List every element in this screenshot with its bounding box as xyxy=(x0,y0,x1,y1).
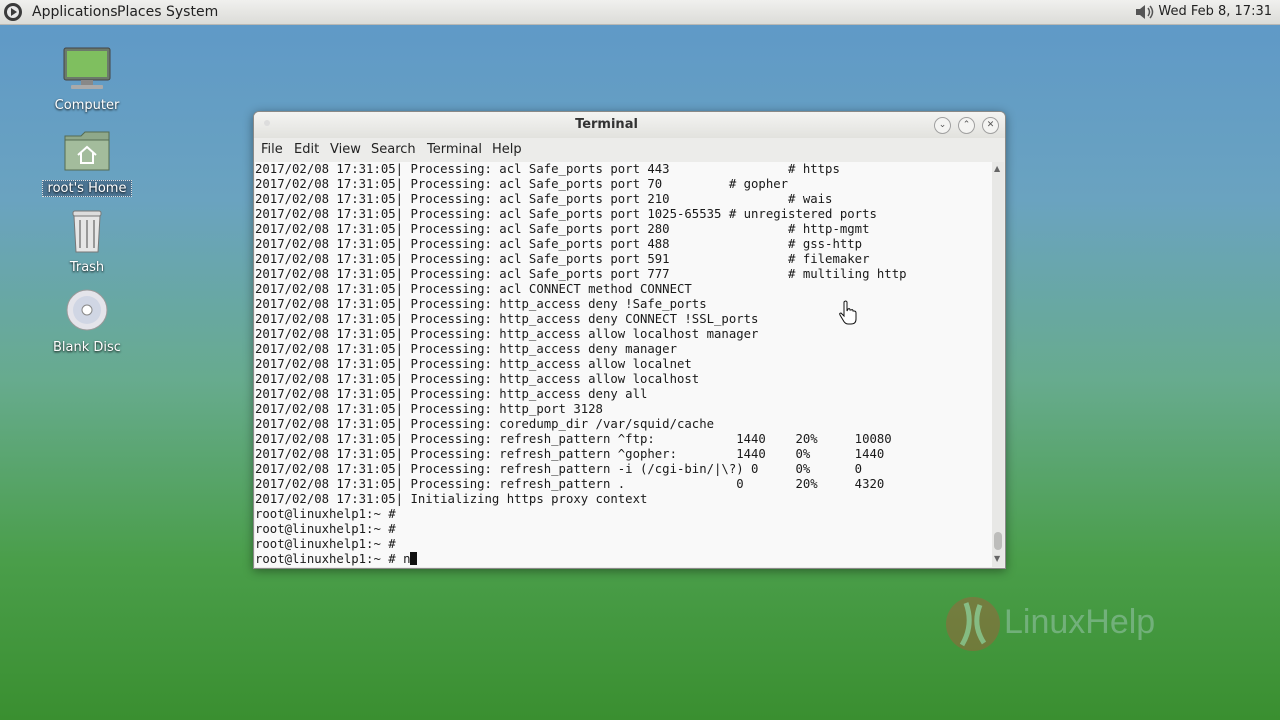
menu-help[interactable]: Help xyxy=(492,138,522,162)
scroll-down-icon[interactable]: ▼ xyxy=(994,554,1000,563)
terminal-line: 2017/02/08 17:31:05| Processing: refresh… xyxy=(255,432,892,446)
terminal-line: root@linuxhelp1:~ # xyxy=(255,507,396,521)
desktop-icon-blank-disc[interactable]: Blank Disc xyxy=(42,288,132,355)
terminal-line: 2017/02/08 17:31:05| Processing: acl Saf… xyxy=(255,177,789,191)
terminal-line: 2017/02/08 17:31:05| Processing: acl Saf… xyxy=(255,267,907,281)
places-menu[interactable]: Places xyxy=(117,0,162,24)
terminal-line: root@linuxhelp1:~ # xyxy=(255,537,396,551)
trash-icon xyxy=(72,210,102,253)
terminal-line: 2017/02/08 17:31:05| Processing: http_ac… xyxy=(255,357,692,371)
desktop-icon-trash[interactable]: Trash xyxy=(42,208,132,275)
hand-pointer-icon xyxy=(839,300,857,325)
terminal-line: 2017/02/08 17:31:05| Processing: acl Saf… xyxy=(255,237,863,251)
terminal-line: 2017/02/08 17:31:05| Processing: http_ac… xyxy=(255,387,648,401)
desktop-icon-home[interactable]: root's Home xyxy=(42,128,132,197)
terminal-line: 2017/02/08 17:31:05| Processing: acl CON… xyxy=(255,282,692,296)
prompt-line[interactable]: root@linuxhelp1:~ # n xyxy=(255,552,992,567)
minimize-button[interactable]: ⌄ xyxy=(934,117,951,134)
scroll-thumb[interactable] xyxy=(994,532,1002,550)
window-titlebar[interactable]: Terminal ⌄ ⌃ ✕ xyxy=(254,112,1005,138)
scrollbar[interactable]: ▲ ▼ xyxy=(992,162,1004,567)
terminal-line: 2017/02/08 17:31:05| Processing: acl Saf… xyxy=(255,252,870,266)
terminal-line: 2017/02/08 17:31:05| Processing: acl Saf… xyxy=(255,207,877,221)
home-folder-icon xyxy=(64,131,110,171)
terminal-line: 2017/02/08 17:31:05| Processing: acl Saf… xyxy=(255,162,840,176)
close-button[interactable]: ✕ xyxy=(982,117,999,134)
desktop-icon-label: root's Home xyxy=(42,180,132,197)
desktop-icon-computer[interactable]: Computer xyxy=(42,46,132,113)
linuxhelp-watermark: LinuxHelp xyxy=(944,595,1204,655)
terminal-window[interactable]: Terminal ⌄ ⌃ ✕ File Edit View Search Ter… xyxy=(253,111,1006,569)
watermark-text: LinuxHelp xyxy=(1004,603,1156,641)
terminal-line: 2017/02/08 17:31:05| Processing: http_ac… xyxy=(255,342,677,356)
top-panel: Applications Places System Wed Feb 8, 17… xyxy=(0,0,1280,25)
menu-file[interactable]: File xyxy=(261,138,283,162)
maximize-button[interactable]: ⌃ xyxy=(958,117,975,134)
terminal-line: 2017/02/08 17:31:05| Processing: http_ac… xyxy=(255,312,759,326)
terminal-line: 2017/02/08 17:31:05| Processing: coredum… xyxy=(255,417,715,431)
terminal-output[interactable]: 2017/02/08 17:31:05| Processing: acl Saf… xyxy=(255,162,992,567)
linuxhelp-logo-icon xyxy=(946,597,1000,651)
terminal-line: 2017/02/08 17:31:05| Processing: http_ac… xyxy=(255,327,759,341)
applications-menu[interactable]: Applications xyxy=(32,0,118,24)
terminal-line: 2017/02/08 17:31:05| Processing: refresh… xyxy=(255,462,863,476)
terminal-line: 2017/02/08 17:31:05| Processing: http_ac… xyxy=(255,297,707,311)
menu-view[interactable]: View xyxy=(330,138,361,162)
terminal-line: 2017/02/08 17:31:05| Processing: acl Saf… xyxy=(255,222,870,236)
volume-icon[interactable] xyxy=(1134,3,1156,21)
menu-edit[interactable]: Edit xyxy=(294,138,319,162)
disc-icon xyxy=(66,289,108,331)
terminal-line: 2017/02/08 17:31:05| Initializing https … xyxy=(255,492,648,506)
clock[interactable]: Wed Feb 8, 17:31 xyxy=(1158,0,1272,24)
scroll-up-icon[interactable]: ▲ xyxy=(994,164,1000,173)
menu-terminal[interactable]: Terminal xyxy=(427,138,482,162)
terminal-lines: 2017/02/08 17:31:05| Processing: acl Saf… xyxy=(255,162,992,552)
menu-search[interactable]: Search xyxy=(371,138,416,162)
terminal-line: 2017/02/08 17:31:05| Processing: refresh… xyxy=(255,477,885,491)
terminal-line: 2017/02/08 17:31:05| Processing: refresh… xyxy=(255,447,885,461)
desktop-icon-label: Trash xyxy=(69,260,105,275)
terminal-line: root@linuxhelp1:~ # xyxy=(255,522,396,536)
terminal-line: 2017/02/08 17:31:05| Processing: acl Saf… xyxy=(255,192,833,206)
desktop-icon-label: Computer xyxy=(54,98,120,113)
terminal-line: 2017/02/08 17:31:05| Processing: http_po… xyxy=(255,402,603,416)
terminal-menubar: File Edit View Search Terminal Help xyxy=(254,138,1005,162)
applications-logo-icon[interactable] xyxy=(3,2,23,22)
desktop-icon-label: Blank Disc xyxy=(53,340,121,355)
terminal-line: 2017/02/08 17:31:05| Processing: http_ac… xyxy=(255,372,700,386)
window-title: Terminal xyxy=(575,117,638,132)
prompt-text: root@linuxhelp1:~ # n xyxy=(255,552,411,566)
computer-icon xyxy=(63,47,111,89)
system-menu[interactable]: System xyxy=(166,0,218,24)
text-cursor xyxy=(410,552,418,565)
